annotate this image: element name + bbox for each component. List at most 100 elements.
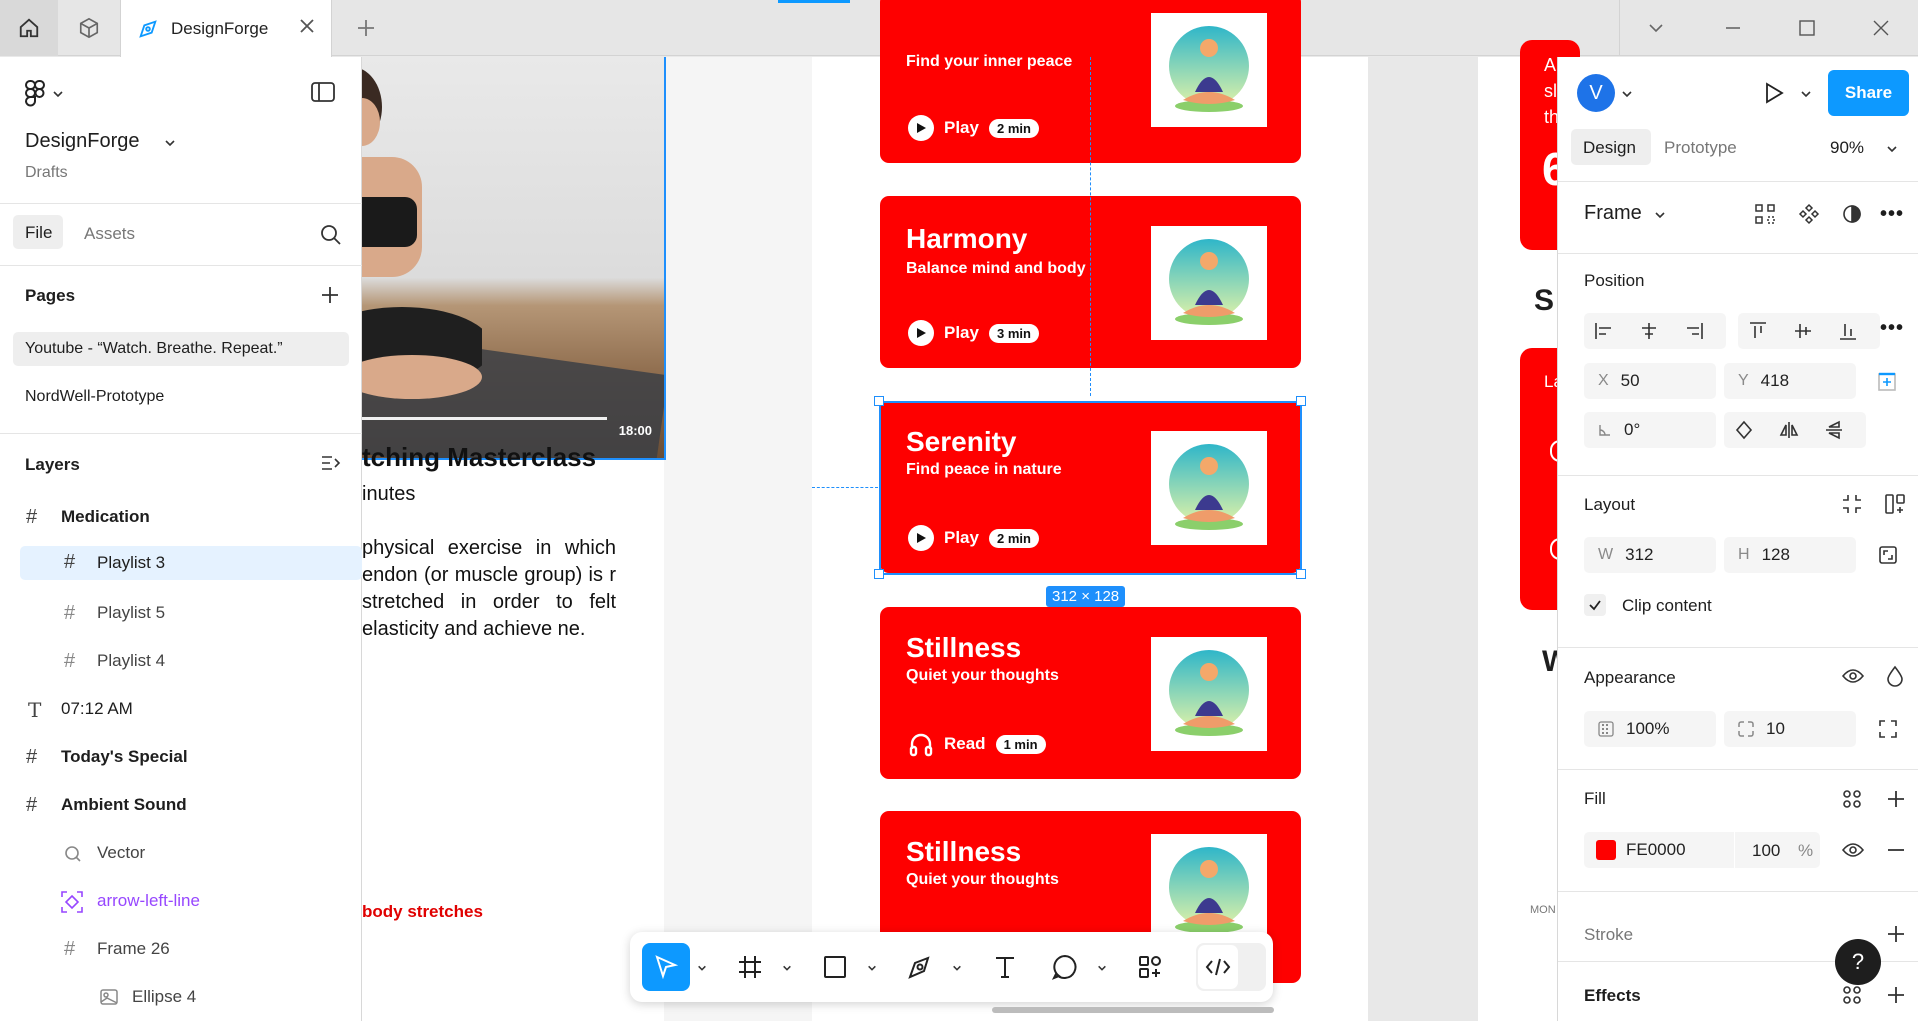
opacity-field[interactable]: 100%	[1584, 711, 1716, 747]
chevron-down-icon[interactable]	[1621, 88, 1633, 100]
community-button[interactable]	[60, 0, 118, 56]
collapse-icon[interactable]	[1841, 493, 1863, 515]
headphones-icon[interactable]	[908, 731, 934, 757]
tabs-dropdown-button[interactable]	[1634, 0, 1678, 56]
add-effect-icon[interactable]	[1886, 985, 1906, 1005]
home-button[interactable]	[0, 0, 58, 56]
frame-tool[interactable]	[726, 943, 774, 991]
layer-item-ambient-sound[interactable]: # Ambient Sound	[0, 785, 362, 825]
chevron-down-icon[interactable]	[952, 963, 962, 973]
styles-icon[interactable]	[1842, 789, 1862, 809]
align-bottom-icon[interactable]	[1838, 321, 1858, 341]
remove-fill-icon[interactable]	[1886, 840, 1906, 860]
tab-design[interactable]: Design	[1571, 129, 1651, 165]
play-icon[interactable]	[908, 115, 934, 141]
move-tool[interactable]	[642, 943, 690, 991]
rotation-field[interactable]: 0°	[1584, 412, 1716, 448]
more-options-icon[interactable]: •••	[1880, 317, 1904, 340]
grid-layout-icon[interactable]	[1754, 203, 1776, 225]
rotate-icon[interactable]	[1734, 420, 1754, 440]
height-field[interactable]: H 128	[1724, 537, 1856, 573]
fill-swatch[interactable]	[1596, 840, 1616, 860]
align-top-icon[interactable]	[1748, 321, 1768, 341]
resize-handle[interactable]	[1296, 396, 1306, 406]
chevron-down-icon[interactable]	[1886, 143, 1898, 155]
flip-vertical-icon[interactable]	[1824, 420, 1844, 440]
styles-icon[interactable]	[1842, 985, 1862, 1005]
play-icon[interactable]	[908, 320, 934, 346]
resize-handle[interactable]	[874, 396, 884, 406]
layer-item-medication[interactable]: # Medication	[0, 497, 362, 537]
playlist-card[interactable]: Stillness Quiet your thoughts Read 1 min	[880, 607, 1301, 779]
project-location[interactable]: Drafts	[25, 164, 68, 182]
align-middle-icon[interactable]	[1793, 321, 1813, 341]
layer-item-ellipse-4[interactable]: Ellipse 4	[0, 977, 362, 1017]
share-button[interactable]: Share	[1828, 70, 1909, 116]
article-link[interactable]: body stretches	[362, 902, 483, 922]
tab-assets[interactable]: Assets	[84, 224, 135, 244]
corner-radius-field[interactable]: 10	[1724, 711, 1856, 747]
layer-item-playlist-3[interactable]: # Playlist 3	[20, 546, 362, 580]
chevron-down-icon[interactable]	[1097, 963, 1107, 973]
new-tab-button[interactable]	[346, 0, 386, 56]
chevron-down-icon[interactable]	[782, 963, 792, 973]
text-tool[interactable]	[981, 943, 1029, 991]
x-field[interactable]: X 50	[1584, 363, 1716, 399]
layer-item-playlist-5[interactable]: # Playlist 5	[0, 593, 362, 633]
frame-type-label[interactable]: Frame	[1584, 202, 1642, 225]
align-center-icon[interactable]	[1639, 321, 1659, 341]
resources-tool[interactable]	[1126, 943, 1174, 991]
align-left-icon[interactable]	[1594, 321, 1614, 341]
project-name[interactable]: DesignForge	[25, 130, 140, 153]
chevron-down-icon[interactable]	[164, 137, 176, 149]
tab-designforge[interactable]: DesignForge	[120, 0, 332, 57]
layer-item-vector[interactable]: Vector	[0, 833, 362, 873]
blend-mode-icon[interactable]	[1886, 665, 1904, 687]
pen-tool[interactable]	[896, 943, 944, 991]
chevron-down-icon[interactable]	[1654, 209, 1666, 221]
eye-icon[interactable]	[1842, 842, 1864, 858]
maximize-button[interactable]	[1782, 0, 1832, 56]
resize-handle[interactable]	[874, 569, 884, 579]
add-fill-icon[interactable]	[1886, 789, 1906, 809]
resize-to-fit-icon[interactable]	[1878, 545, 1898, 565]
chevron-down-icon[interactable]	[867, 963, 877, 973]
shape-tool[interactable]	[811, 943, 859, 991]
layer-item-arrow-left-line[interactable]: arrow-left-line	[0, 881, 362, 921]
independent-corners-icon[interactable]	[1878, 719, 1898, 739]
flip-horizontal-icon[interactable]	[1779, 420, 1799, 440]
search-icon[interactable]	[320, 224, 342, 246]
mask-icon[interactable]	[1841, 203, 1863, 225]
constraints-icon[interactable]	[1876, 371, 1898, 393]
video-progress-bar[interactable]	[342, 417, 607, 420]
collapse-layers-icon[interactable]	[320, 453, 342, 473]
tab-file[interactable]: File	[13, 215, 63, 249]
layer-item-playlist-4[interactable]: # Playlist 4	[0, 641, 362, 681]
eye-icon[interactable]	[1842, 668, 1864, 684]
component-icon[interactable]	[1798, 203, 1820, 225]
more-options-icon[interactable]: •••	[1880, 203, 1904, 226]
chevron-down-icon[interactable]	[1800, 88, 1812, 100]
play-prototype-icon[interactable]	[1762, 81, 1786, 105]
fill-color-field[interactable]: FE0000 100 %	[1584, 832, 1820, 868]
comment-tool[interactable]	[1041, 943, 1089, 991]
layer-item-todays-special[interactable]: # Today's Special	[0, 737, 362, 777]
add-page-icon[interactable]	[320, 285, 340, 305]
layer-item-time[interactable]: T 07:12 AM	[0, 689, 362, 729]
help-button[interactable]: ?	[1835, 939, 1881, 985]
add-stroke-icon[interactable]	[1886, 924, 1906, 944]
toggle-sidebar-button[interactable]	[310, 81, 336, 108]
layer-item-frame-26[interactable]: # Frame 26	[0, 929, 362, 969]
minimize-button[interactable]	[1708, 0, 1758, 56]
avatar[interactable]: V	[1577, 74, 1615, 112]
clip-content-checkbox[interactable]	[1584, 594, 1606, 616]
chevron-down-icon[interactable]	[697, 963, 707, 973]
y-field[interactable]: Y 418	[1724, 363, 1856, 399]
main-menu-button[interactable]	[24, 79, 64, 109]
dev-mode-toggle[interactable]	[1196, 943, 1266, 991]
page-item-nordwell[interactable]: NordWell-Prototype	[25, 388, 164, 406]
zoom-level[interactable]: 90%	[1830, 138, 1864, 158]
page-item-youtube[interactable]: Youtube - “Watch. Breathe. Repeat.”	[13, 332, 349, 366]
width-field[interactable]: W 312	[1584, 537, 1716, 573]
horizontal-scrollbar[interactable]	[992, 1007, 1274, 1013]
